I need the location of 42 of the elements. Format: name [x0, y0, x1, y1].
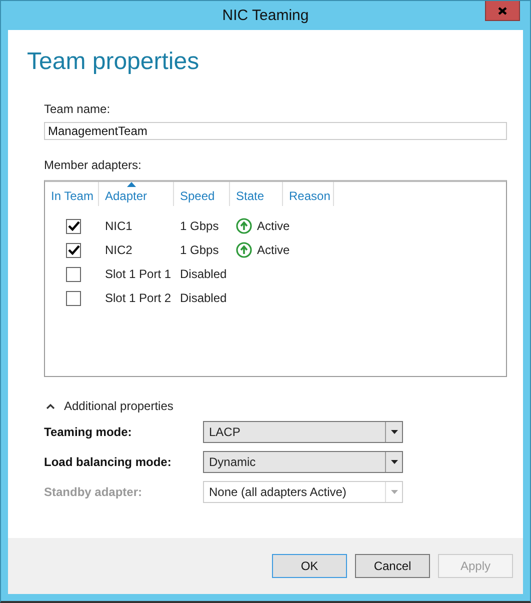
section-toggle[interactable]: Additional properties	[44, 399, 174, 413]
checkbox[interactable]	[66, 218, 81, 234]
dropdown-arrow-icon	[390, 430, 398, 434]
table-cell-text: 1 Gbps	[179, 243, 220, 257]
field-label: Teaming mode:	[44, 425, 133, 439]
up-arrow-circle-icon	[236, 218, 252, 234]
dropdown-arrow-icon	[390, 490, 398, 494]
table-cell-text: Disabled	[179, 291, 228, 305]
close-icon	[498, 6, 507, 14]
checkbox[interactable]	[66, 266, 81, 282]
field-label: Team name:	[44, 102, 112, 116]
table-cell-text: Slot 1 Port 2	[104, 291, 172, 305]
table-cell-text: Disabled	[179, 267, 228, 281]
field-label: Member adapters:	[44, 158, 142, 172]
field-label: Standby adapter:	[44, 485, 144, 499]
table-cell: Active	[257, 219, 290, 233]
close-button[interactable]	[485, 1, 520, 21]
checkbox[interactable]	[66, 242, 81, 258]
dropdown[interactable]: Dynamic	[203, 451, 403, 473]
column-header[interactable]: In Team	[45, 182, 99, 206]
checkbox[interactable]	[66, 290, 81, 306]
table-cell-text: Slot 1 Port 1	[104, 267, 172, 281]
column-header[interactable]: Reason	[283, 182, 334, 206]
field-label: Load balancing mode:	[44, 455, 172, 469]
table-cell-text: 1 Gbps	[179, 219, 220, 233]
dropdown[interactable]: LACP	[203, 421, 403, 443]
dropdown-arrow-icon	[390, 460, 398, 464]
dialog-button[interactable]: Cancel	[355, 554, 430, 578]
table-cell: Active	[257, 243, 290, 257]
column-header[interactable]: Adapter	[99, 182, 174, 206]
caret-icon	[46, 403, 55, 409]
column-header[interactable]: Speed	[174, 182, 230, 206]
column-header[interactable]: State	[230, 182, 283, 206]
table-cell-text: NIC1	[104, 219, 134, 233]
page-heading: Team properties	[27, 48, 200, 76]
window-title: NIC Teaming	[222, 7, 309, 24]
dialog-button[interactable]: OK	[272, 554, 347, 578]
table-cell-text: NIC2	[104, 243, 134, 257]
input-field[interactable]: ManagementTeam	[44, 122, 507, 140]
up-arrow-circle-icon	[236, 242, 252, 258]
checkmark-icon	[68, 221, 80, 231]
checkmark-icon	[68, 245, 80, 255]
